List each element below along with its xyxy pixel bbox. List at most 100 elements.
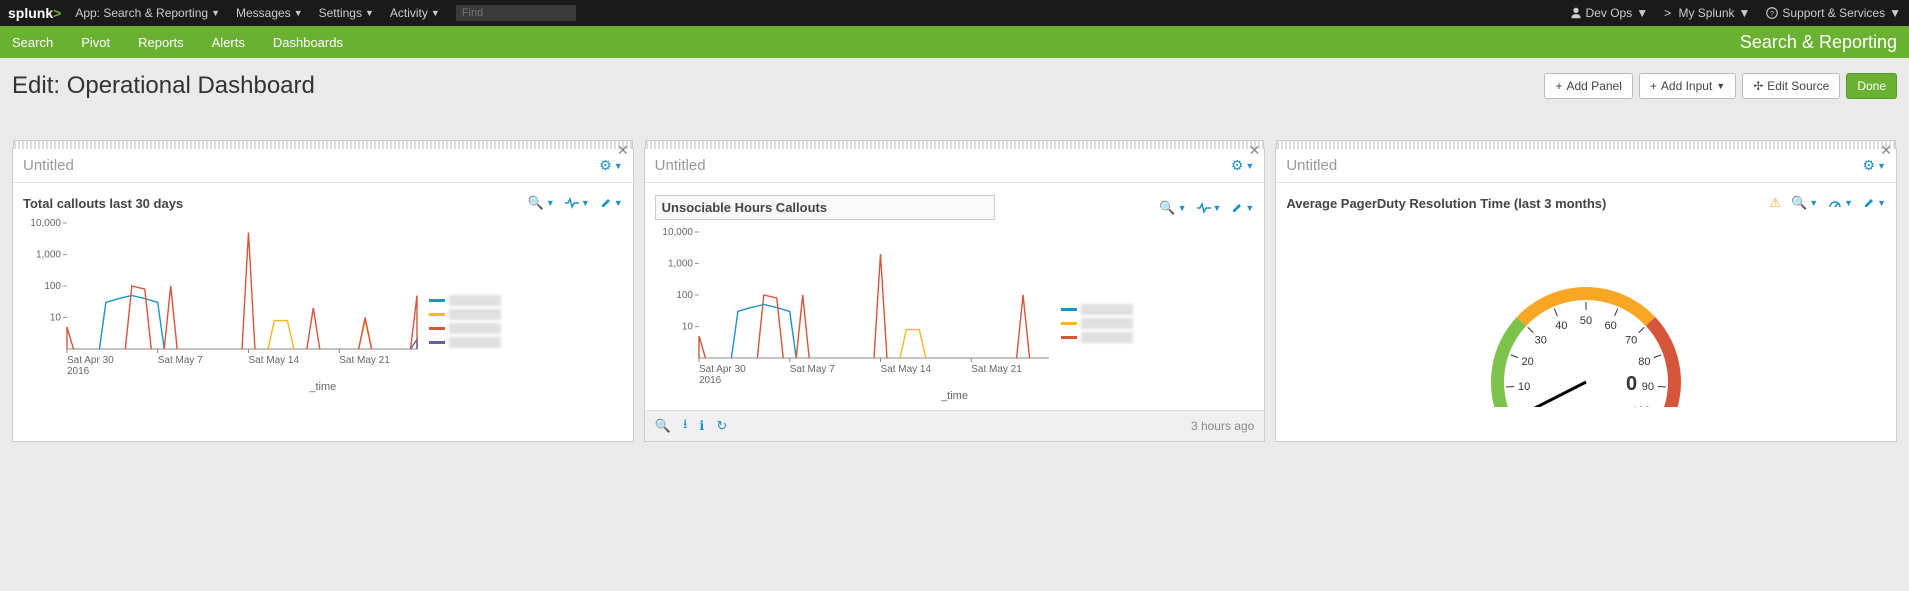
panel-3: ✕ Untitled ⚙▼ Average PagerDuty Resoluti… [1275,148,1897,442]
drag-handle[interactable] [13,140,633,149]
gauge-icon[interactable]: ▼ [1828,195,1853,211]
svg-text:1,000: 1,000 [668,259,693,270]
find-input[interactable] [456,5,576,21]
activity-menu[interactable]: Activity▼ [390,6,440,20]
svg-text:1,000: 1,000 [36,250,61,261]
refresh-icon[interactable]: ↻ [716,418,727,434]
panel-footer: 🔍 ⭳ ℹ ↻ 3 hours ago [645,410,1265,441]
svg-text:Sat May 7: Sat May 7 [789,364,834,375]
svg-text:2016: 2016 [699,375,722,386]
chart-title-input[interactable] [655,195,995,220]
chevron-down-icon: ▼ [211,8,220,18]
drag-handle[interactable] [645,140,1265,149]
svg-text:80: 80 [1638,356,1650,368]
panel-2: ✕ Untitled ⚙▼ 🔍▼ ▼ ▼ 1 [644,148,1266,442]
svg-text:0: 0 [1626,373,1637,395]
close-icon[interactable]: ✕ [1249,142,1261,159]
panel-title[interactable]: Untitled [23,157,74,174]
brush-icon[interactable]: ▼ [1863,195,1886,211]
svg-text:10: 10 [50,313,62,324]
user-menu[interactable]: Dev Ops▼ [1570,6,1649,20]
gear-icon[interactable]: ⚙▼ [1231,157,1254,174]
svg-text:10: 10 [1518,381,1530,393]
brush-icon[interactable]: ▼ [600,195,623,211]
search-icon[interactable]: 🔍▼ [528,195,555,211]
line-chart: 101001,00010,000Sat Apr 302016Sat May 7S… [655,226,1055,386]
svg-text:10,000: 10,000 [30,218,61,229]
svg-text:2016: 2016 [67,366,90,377]
chevron-down-icon: ▼ [614,161,623,171]
x-axis-label: _time [23,381,623,393]
chevron-down-icon: ▼ [1739,6,1751,20]
gear-icon[interactable]: ⚙▼ [599,157,622,174]
panel-1: ✕ Untitled ⚙▼ Total callouts last 30 day… [12,148,634,442]
svg-text:40: 40 [1555,320,1567,332]
chart-title[interactable]: Total callouts last 30 days [23,196,183,211]
chevron-down-icon: ▼ [1245,161,1254,171]
chevron-down-icon: ▼ [1636,6,1648,20]
download-icon[interactable]: ⭳ [683,415,688,437]
close-icon[interactable]: ✕ [1880,142,1892,159]
edit-source-button[interactable]: ✢ Edit Source [1742,73,1840,99]
gear-icon[interactable]: ⚙▼ [1863,157,1886,174]
warning-icon[interactable]: ⚠ [1769,195,1781,211]
done-button[interactable]: Done [1846,73,1897,99]
svg-text:10: 10 [682,322,694,333]
svg-text:30: 30 [1535,335,1547,347]
info-icon[interactable]: ℹ [699,418,704,434]
svg-text:20: 20 [1522,356,1534,368]
pulse-icon[interactable]: ▼ [565,195,590,211]
my-splunk-menu[interactable]: > My Splunk▼ [1664,6,1750,20]
panels-row: ✕ Untitled ⚙▼ Total callouts last 30 day… [0,108,1909,454]
search-icon[interactable]: 🔍▼ [1159,200,1186,216]
svg-text:?: ? [1770,9,1774,18]
svg-text:Sat Apr 30: Sat Apr 30 [67,355,114,366]
support-menu[interactable]: ? Support & Services▼ [1766,6,1901,20]
x-axis-label: _time [655,390,1255,402]
line-chart: 101001,00010,000Sat Apr 302016Sat May 7S… [23,217,423,377]
splunk-logo[interactable]: splunk> [8,5,61,21]
svg-text:50: 50 [1580,315,1592,327]
add-input-button[interactable]: + Add Input ▼ [1639,73,1736,99]
chevron-down-icon: ▼ [1877,161,1886,171]
brush-icon[interactable]: ▼ [1231,200,1254,216]
user-icon [1570,7,1582,19]
nav-dashboards[interactable]: Dashboards [273,35,343,50]
close-icon[interactable]: ✕ [617,142,629,159]
svg-text:100: 100 [44,281,61,292]
gauge-chart: 1020304050607080901000 [1466,227,1706,407]
nav-alerts[interactable]: Alerts [212,35,245,50]
panel-title[interactable]: Untitled [1286,157,1337,174]
chevron-down-icon: ▼ [431,8,440,18]
green-nav: Search Pivot Reports Alerts Dashboards S… [0,26,1909,58]
settings-menu[interactable]: Settings▼ [319,6,374,20]
chevron-down-icon: ▼ [365,8,374,18]
chevron-down-icon: ▼ [1889,6,1901,20]
search-icon[interactable]: 🔍▼ [1791,195,1818,211]
top-bar: splunk> App: Search & Reporting▼ Message… [0,0,1909,26]
add-panel-button[interactable]: + Add Panel [1544,73,1632,99]
search-small-icon[interactable]: 🔍 [655,418,671,434]
chevron-down-icon: ▼ [1716,81,1725,91]
chart-title[interactable]: Average PagerDuty Resolution Time (last … [1286,196,1606,211]
nav-pivot[interactable]: Pivot [81,35,110,50]
svg-text:Sat May 21: Sat May 21 [971,364,1022,375]
drag-handle[interactable] [1276,140,1896,149]
svg-text:10,000: 10,000 [662,227,693,238]
svg-text:90: 90 [1642,381,1654,393]
pulse-icon[interactable]: ▼ [1197,200,1222,216]
svg-text:Sat May 14: Sat May 14 [880,364,931,375]
messages-menu[interactable]: Messages▼ [236,6,303,20]
svg-text:60: 60 [1605,320,1617,332]
svg-text:Sat May 14: Sat May 14 [248,355,299,366]
chevron-down-icon: ▼ [294,8,303,18]
nav-reports[interactable]: Reports [138,35,184,50]
panel-title[interactable]: Untitled [655,157,706,174]
svg-text:100: 100 [1632,405,1650,407]
legend [1061,304,1133,386]
app-title: Search & Reporting [1740,32,1897,53]
nav-search[interactable]: Search [12,35,53,50]
app-menu[interactable]: App: Search & Reporting▼ [75,6,220,20]
help-icon: ? [1766,7,1778,19]
svg-text:Sat Apr 30: Sat Apr 30 [699,364,746,375]
